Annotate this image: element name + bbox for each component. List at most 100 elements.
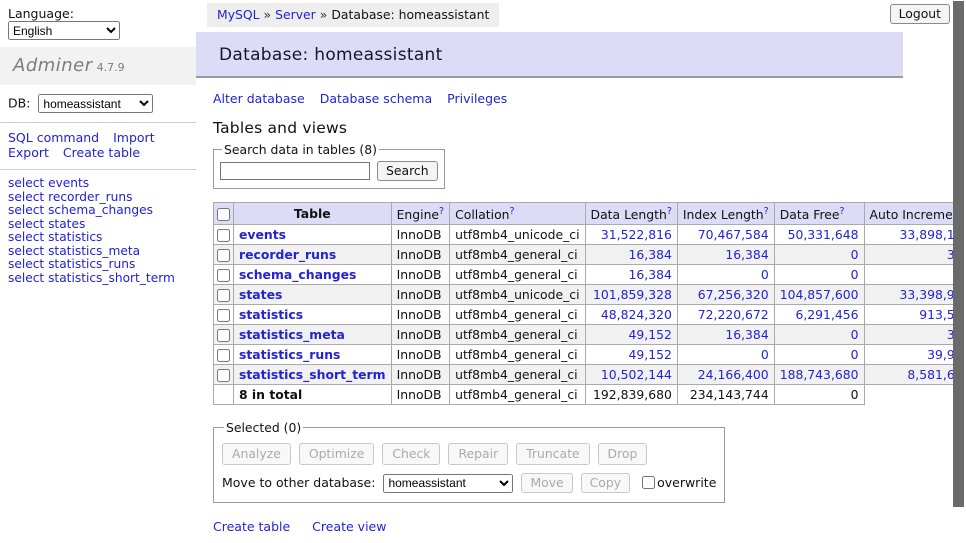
table-name-link[interactable]: events <box>239 227 286 242</box>
tables-and-views-heading: Tables and views <box>213 119 953 137</box>
row-checkbox[interactable] <box>217 309 230 322</box>
data-free-link[interactable]: 0 <box>851 327 859 342</box>
index-length-link[interactable]: 67,256,320 <box>698 287 769 302</box>
database-schema-link[interactable]: Database schema <box>320 91 432 106</box>
index-length-link[interactable]: 0 <box>761 267 769 282</box>
breadcrumb-server-link[interactable]: Server <box>275 7 316 22</box>
move-database-select[interactable]: homeassistant <box>383 474 513 493</box>
sidebar-item-select-statistics[interactable]: select statistics <box>8 231 188 245</box>
column-header-auto-increment: Auto Increment? <box>864 203 966 225</box>
optimize-button[interactable]: Optimize <box>299 443 375 465</box>
overwrite-checkbox[interactable] <box>642 476 655 489</box>
sidebar-item-select-statistics-short-term[interactable]: select statistics_short_term <box>8 272 188 286</box>
row-checkbox[interactable] <box>217 329 230 342</box>
alter-database-link[interactable]: Alter database <box>213 91 305 106</box>
table-header-row: Table Engine? Collation? Data Length? In… <box>214 203 966 225</box>
data-free-link[interactable]: 104,857,600 <box>780 287 859 302</box>
data-length-link[interactable]: 49,152 <box>629 327 672 342</box>
table-row: recorder_runs InnoDB utf8mb4_general_ci … <box>214 245 966 265</box>
search-legend: Search data in tables (8) <box>222 142 379 157</box>
logout-button[interactable]: Logout <box>890 4 950 24</box>
table-name-link[interactable]: statistics <box>239 307 303 322</box>
help-icon[interactable]: ? <box>439 206 444 217</box>
create-view-link[interactable]: Create view <box>312 519 386 534</box>
move-button[interactable]: Move <box>521 473 572 493</box>
engine-cell: InnoDB <box>391 285 450 305</box>
data-free-link[interactable]: 50,331,648 <box>788 227 859 242</box>
table-name-link[interactable]: states <box>239 287 282 302</box>
column-header-engine: Engine? <box>391 203 450 225</box>
data-length-link[interactable]: 10,502,144 <box>601 367 672 382</box>
data-length-link[interactable]: 16,384 <box>629 247 672 262</box>
help-icon[interactable]: ? <box>840 206 845 217</box>
index-length-link[interactable]: 16,384 <box>725 247 768 262</box>
total-collation: utf8mb4_general_ci <box>450 385 585 405</box>
table-name-link[interactable]: recorder_runs <box>239 247 336 262</box>
search-button[interactable]: Search <box>377 161 438 181</box>
data-length-link[interactable]: 16,384 <box>629 267 672 282</box>
data-free-link[interactable]: 6,291,456 <box>795 307 858 322</box>
index-length-link[interactable]: 0 <box>761 347 769 362</box>
table-row: statistics_short_term InnoDB utf8mb4_gen… <box>214 365 966 385</box>
row-checkbox[interactable] <box>217 229 230 242</box>
data-free-link[interactable]: 0 <box>851 247 859 262</box>
row-checkbox[interactable] <box>217 369 230 382</box>
table-name-link[interactable]: statistics_runs <box>239 347 340 362</box>
sidebar-item-select-events[interactable]: select events <box>8 177 188 191</box>
create-table-link-sidebar[interactable]: Create table <box>63 145 140 160</box>
data-length-link[interactable]: 48,824,320 <box>601 307 672 322</box>
export-link[interactable]: Export <box>8 145 49 160</box>
scrollbar-thumb[interactable] <box>953 1 964 507</box>
engine-cell: InnoDB <box>391 345 450 365</box>
breadcrumb: MySQL»Server»Database: homeassistant <box>207 3 499 27</box>
table-name-link[interactable]: statistics_short_term <box>239 367 386 382</box>
sidebar-item-select-statistics-runs[interactable]: select statistics_runs <box>8 258 188 272</box>
analyze-button[interactable]: Analyze <box>222 443 291 465</box>
help-icon[interactable]: ? <box>510 206 515 217</box>
help-icon[interactable]: ? <box>764 206 769 217</box>
import-link[interactable]: Import <box>113 130 155 145</box>
move-to-database-label: Move to other database: <box>222 475 375 490</box>
index-length-link[interactable]: 72,220,672 <box>698 307 769 322</box>
sidebar-item-select-states[interactable]: select states <box>8 218 188 232</box>
data-length-link[interactable]: 49,152 <box>629 347 672 362</box>
db-select[interactable]: homeassistant <box>38 94 153 113</box>
index-length-link[interactable]: 24,166,400 <box>698 367 769 382</box>
sidebar-item-select-recorder-runs[interactable]: select recorder_runs <box>8 191 188 205</box>
overwrite-label: overwrite <box>642 475 716 490</box>
search-input[interactable] <box>220 162 370 180</box>
engine-cell: InnoDB <box>391 245 450 265</box>
engine-cell: InnoDB <box>391 305 450 325</box>
table-row: statistics_meta InnoDB utf8mb4_general_c… <box>214 325 966 345</box>
copy-button[interactable]: Copy <box>581 473 630 493</box>
data-free-link[interactable]: 0 <box>851 267 859 282</box>
data-length-link[interactable]: 31,522,816 <box>601 227 672 242</box>
repair-button[interactable]: Repair <box>448 443 508 465</box>
sidebar-item-select-statistics-meta[interactable]: select statistics_meta <box>8 245 188 259</box>
breadcrumb-mysql-link[interactable]: MySQL <box>217 7 260 22</box>
sidebar-item-select-schema-changes[interactable]: select schema_changes <box>8 204 188 218</box>
row-checkbox[interactable] <box>217 269 230 282</box>
create-table-link[interactable]: Create table <box>213 519 290 534</box>
data-length-link[interactable]: 101,859,328 <box>593 287 672 302</box>
data-free-link[interactable]: 0 <box>851 347 859 362</box>
select-all-checkbox[interactable] <box>217 208 230 221</box>
table-name-link[interactable]: schema_changes <box>239 267 356 282</box>
help-icon[interactable]: ? <box>667 206 672 217</box>
data-free-link[interactable]: 188,743,680 <box>780 367 859 382</box>
collation-cell: utf8mb4_general_ci <box>450 245 585 265</box>
table-name-link[interactable]: statistics_meta <box>239 327 345 342</box>
privileges-link[interactable]: Privileges <box>447 91 507 106</box>
truncate-button[interactable]: Truncate <box>516 443 589 465</box>
collation-cell: utf8mb4_general_ci <box>450 365 585 385</box>
drop-button[interactable]: Drop <box>598 443 648 465</box>
sql-command-link[interactable]: SQL command <box>8 130 99 145</box>
row-checkbox[interactable] <box>217 349 230 362</box>
index-length-link[interactable]: 16,384 <box>725 327 768 342</box>
check-button[interactable]: Check <box>382 443 440 465</box>
language-select[interactable]: English <box>8 21 120 40</box>
index-length-link[interactable]: 70,467,584 <box>698 227 769 242</box>
row-checkbox[interactable] <box>217 249 230 262</box>
row-checkbox[interactable] <box>217 289 230 302</box>
scrollbar-track[interactable] <box>953 0 966 543</box>
